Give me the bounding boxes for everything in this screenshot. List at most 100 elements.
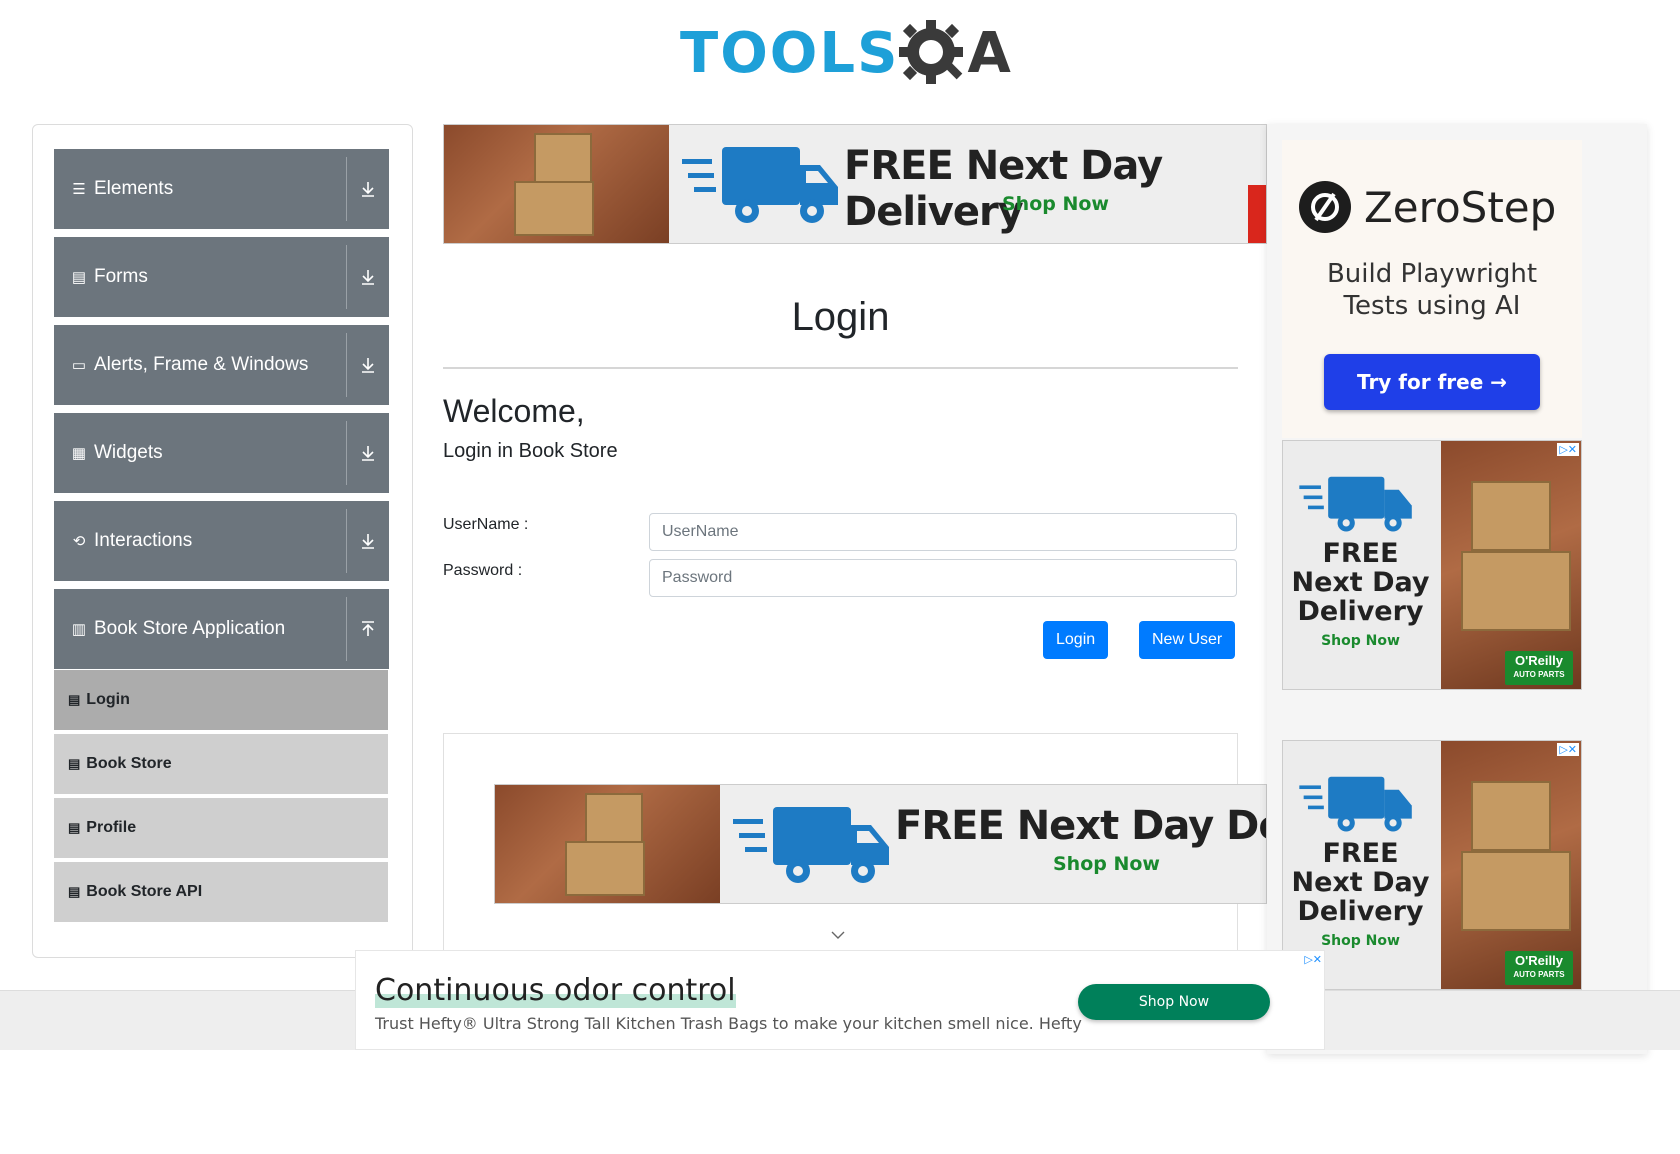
ad-box	[514, 181, 594, 236]
ad-choices-icon[interactable]: ▷✕	[1557, 743, 1579, 756]
oreilly-logo: O'Reilly AUTO PARTS	[1505, 651, 1573, 685]
window-icon: ▭	[71, 357, 87, 374]
expand-arrow-icon[interactable]	[355, 237, 381, 317]
divider	[346, 157, 347, 221]
ad-line: Delivery	[1297, 896, 1424, 927]
ad-cta[interactable]: Shop Now	[1053, 853, 1160, 875]
ad-cta[interactable]: Shop Now	[1283, 633, 1438, 649]
book-icon: ▤	[68, 884, 81, 899]
ad-headline: FREE Next Day Deliver	[895, 803, 1266, 849]
expand-arrow-icon[interactable]	[355, 325, 381, 405]
chevron-down-icon[interactable]	[830, 930, 846, 940]
login-button[interactable]: Login	[1043, 621, 1109, 659]
delivery-square-ad[interactable]: FREE Next Day Delivery Shop Now O'Reilly…	[1282, 440, 1582, 690]
sidebar-group-book-store-application[interactable]: ▥ Book Store Application	[54, 589, 389, 669]
zerostep-icon	[1299, 181, 1351, 233]
logo-text-a: A	[967, 21, 1013, 86]
document-icon: ▤	[71, 269, 87, 286]
password-input[interactable]	[649, 559, 1237, 597]
delivery-square-ad[interactable]: FREE Next Day Delivery Shop Now O'Reilly…	[1282, 740, 1582, 990]
toolsqa-logo[interactable]: TOOLS A	[680, 16, 1013, 92]
truck-icon	[733, 807, 889, 883]
try-for-free-button[interactable]: Try for free →	[1324, 354, 1540, 410]
username-input[interactable]	[649, 513, 1237, 551]
ad-choices-icon[interactable]: ▷✕	[1557, 443, 1579, 456]
sidebar-group-label: Forms	[94, 266, 148, 287]
sidebar-item-login[interactable]: ▤ Login	[54, 670, 388, 732]
sidebar-group-label: Interactions	[94, 530, 193, 551]
ad-red-edge	[1248, 185, 1266, 243]
divider	[443, 367, 1238, 369]
expand-arrow-icon[interactable]	[355, 413, 381, 493]
zerostep-tagline-line1: Build Playwright	[1326, 259, 1538, 289]
oreilly-logo: O'Reilly AUTO PARTS	[1505, 951, 1573, 985]
sidebar-group-label: Alerts, Frame & Windows	[94, 354, 309, 375]
ad-headline: Continuous odor control	[375, 973, 736, 1008]
zerostep-tagline-line2: Tests using AI	[1343, 291, 1521, 321]
expand-arrow-icon[interactable]	[355, 501, 381, 581]
username-label: UserName :	[443, 516, 529, 533]
brand-name: O'Reilly	[1515, 653, 1563, 668]
divider	[346, 421, 347, 485]
interactions-icon: ⟲	[72, 533, 86, 550]
sidebar-item-label: Book Store API	[86, 883, 203, 900]
truck-icon	[1299, 776, 1412, 832]
ad-box	[534, 133, 592, 183]
sidebar-group-widgets[interactable]: ▦ Widgets	[54, 413, 389, 493]
sidebar-item-label: Book Store	[86, 755, 172, 772]
divider	[346, 509, 347, 573]
ad-box	[585, 793, 643, 843]
sidebar-item-book-store[interactable]: ▤ Book Store	[54, 734, 388, 796]
ad-line: FREE	[1322, 838, 1399, 869]
book-icon: ▤	[68, 756, 81, 771]
truck-icon	[1299, 476, 1412, 532]
ad-box	[565, 841, 645, 896]
brand-name: O'Reilly	[1515, 953, 1563, 968]
delivery-banner-ad[interactable]: FREE Next Day Delivery Shop Now	[443, 124, 1267, 244]
sidebar-item-label: Login	[86, 691, 130, 708]
zerostep-tagline: Build Playwright Tests using AI	[1282, 258, 1582, 322]
delivery-banner-ad-lower[interactable]: FREE Next Day Deliver Shop Now	[494, 784, 1267, 904]
sidebar-group-elements[interactable]: ☰ Elements	[54, 149, 389, 229]
zerostep-logo: ZeroStep	[1298, 180, 1556, 234]
sidebar-group-label: Elements	[94, 178, 174, 199]
divider	[346, 597, 347, 661]
ad-line: Next Day	[1291, 867, 1430, 898]
gear-q-icon	[899, 20, 964, 84]
sidebar-item-book-store-api[interactable]: ▤ Book Store API	[54, 862, 388, 924]
hefty-ad[interactable]: Continuous odor control Trust Hefty® Ult…	[355, 950, 1325, 1050]
new-user-button[interactable]: New User	[1139, 621, 1236, 659]
expand-arrow-icon[interactable]	[355, 149, 381, 229]
ad-line: Delivery	[1297, 596, 1424, 627]
book-icon: ▤	[68, 692, 81, 707]
password-label: Password :	[443, 562, 523, 579]
collapse-arrow-icon[interactable]	[355, 589, 381, 669]
ad-choices-icon[interactable]: ▷✕	[1304, 953, 1322, 966]
brand-sub: AUTO PARTS	[1513, 670, 1565, 679]
welcome-heading: Welcome,	[443, 393, 585, 429]
ad-box	[1471, 481, 1551, 551]
zerostep-ad[interactable]: ZeroStep Build Playwright Tests using AI…	[1282, 140, 1582, 438]
book-icon: ▤	[68, 820, 81, 835]
books-icon: ▥	[71, 621, 87, 638]
sidebar-group-forms[interactable]: ▤ Forms	[54, 237, 389, 317]
shop-now-button[interactable]: Shop Now	[1078, 984, 1270, 1020]
zerostep-name: ZeroStep	[1364, 182, 1557, 232]
sidebar-group-label: Widgets	[94, 442, 163, 463]
ad-line: FREE	[1322, 538, 1399, 569]
ad-box	[1461, 851, 1571, 931]
ad-line: Next Day	[1291, 567, 1430, 598]
truck-icon	[682, 147, 838, 223]
sidebar-item-profile[interactable]: ▤ Profile	[54, 798, 388, 860]
logo-text-tools: TOOLS	[680, 21, 900, 86]
sidebar-group-alerts-frame-windows[interactable]: ▭ Alerts, Frame & Windows	[54, 325, 389, 405]
ad-description: Trust Hefty® Ultra Strong Tall Kitchen T…	[375, 1014, 1082, 1033]
page-title: Login	[791, 295, 890, 339]
ad-cta[interactable]: Shop Now	[1002, 193, 1109, 215]
sidebar-group-interactions[interactable]: ⟲ Interactions	[54, 501, 389, 581]
widgets-icon: ▦	[71, 445, 87, 462]
login-subtitle: Login in Book Store	[443, 440, 618, 462]
ad-cta[interactable]: Shop Now	[1283, 933, 1438, 949]
sidebar-group-label: Book Store Application	[94, 618, 286, 639]
sidebar-item-label: Profile	[86, 819, 137, 836]
